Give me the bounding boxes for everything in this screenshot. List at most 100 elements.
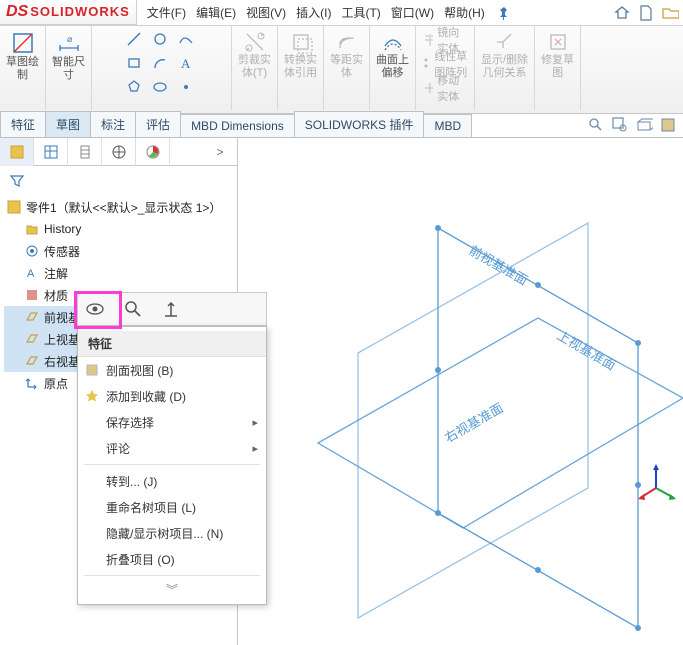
tab-sketch[interactable]: 草图	[45, 111, 91, 137]
zoom-fit-icon[interactable]	[587, 116, 605, 134]
app-logo: DS SOLIDWORKS	[0, 0, 137, 26]
ctx-comment-label: 评论	[106, 440, 130, 457]
showhide-rel-label: 显示/删除 几何关系	[481, 54, 528, 80]
svg-text:A: A	[181, 56, 191, 71]
offset-button[interactable]: 等距实 体	[330, 30, 363, 80]
context-menu-header: 特征	[78, 331, 266, 357]
line-icon[interactable]	[125, 30, 143, 48]
ctx-add-favorite[interactable]: 添加到收藏 (D)	[78, 383, 266, 409]
material-icon	[24, 287, 40, 303]
ctx-section-view[interactable]: 剖面视图 (B)	[78, 357, 266, 383]
menu-insert[interactable]: 插入(I)	[296, 4, 331, 21]
sketch-draw-button[interactable]: 草图绘 制	[6, 30, 39, 82]
ctx-hide-show-tree[interactable]: 隐藏/显示树项目... (N)	[78, 520, 266, 546]
pin-icon[interactable]	[495, 4, 513, 22]
annot-icon: A	[24, 265, 40, 281]
menu-edit[interactable]: 编辑(E)	[196, 4, 236, 21]
display-style-icon[interactable]	[635, 116, 653, 134]
tree-history[interactable]: History	[4, 218, 237, 240]
ctx-rename[interactable]: 重命名树项目 (L)	[78, 494, 266, 520]
ctx-goto[interactable]: 转到... (J)	[78, 468, 266, 494]
plane-icon	[24, 331, 40, 347]
open-icon[interactable]	[661, 4, 679, 22]
graphics-viewport[interactable]: 前视基准面 上视基准面 右视基准面	[238, 138, 683, 645]
menu-help[interactable]: 帮助(H)	[444, 4, 485, 21]
home-icon[interactable]	[613, 4, 631, 22]
spline-icon[interactable]	[177, 30, 195, 48]
circle-icon[interactable]	[151, 30, 169, 48]
zoom-to-icon[interactable]	[122, 298, 144, 320]
smart-dim-label: 智能尺 寸	[52, 56, 85, 82]
menu-file[interactable]: 文件(F)	[147, 4, 186, 21]
tab-mbd-dim[interactable]: MBD Dimensions	[180, 114, 295, 137]
fm-tab-display[interactable]	[136, 138, 170, 166]
ctx-save-selection[interactable]: 保存选择	[78, 409, 266, 435]
pattern-row[interactable]: 线性草图阵列	[422, 54, 468, 74]
sketch-tools-grid: A	[125, 30, 199, 98]
convert-button[interactable]: 转换实 体引用	[284, 30, 317, 80]
section-view-icon[interactable]	[659, 116, 677, 134]
ctx-expand-more[interactable]: ︾	[78, 579, 266, 600]
material-label: 材质	[44, 287, 68, 304]
svg-text:⌀: ⌀	[67, 34, 73, 44]
svg-text:A: A	[27, 268, 35, 280]
menu-window[interactable]: 窗口(W)	[391, 4, 434, 21]
ctx-collapse[interactable]: 折叠项目 (O)	[78, 546, 266, 572]
trim-label: 剪裁实 体(T)	[238, 54, 271, 80]
showhide-rel-button[interactable]: 显示/删除 几何关系	[481, 30, 528, 80]
offset-label: 等距实 体	[330, 54, 363, 80]
eye-show-icon[interactable]	[84, 298, 106, 320]
tree-root[interactable]: 零件1（默认<<默认>_显示状态 1>）	[4, 196, 237, 218]
plane-icon	[24, 353, 40, 369]
ctx-comment[interactable]: 评论	[78, 435, 266, 461]
fm-tab-config[interactable]	[68, 138, 102, 166]
fm-tab-property[interactable]	[34, 138, 68, 166]
tree-annot[interactable]: A 注解	[4, 262, 237, 284]
tab-evaluate[interactable]: 评估	[135, 111, 181, 137]
right-plane-3d[interactable]: 右视基准面	[358, 223, 588, 618]
trim-button[interactable]: 剪裁实 体(T)	[238, 30, 271, 80]
filter-icon[interactable]	[6, 170, 28, 192]
zoom-area-icon[interactable]	[611, 116, 629, 134]
menu-view[interactable]: 视图(V)	[246, 4, 286, 21]
annot-label: 注解	[44, 265, 68, 282]
logo-sw: SOLIDWORKS	[30, 4, 130, 19]
ctx-collapse-label: 折叠项目 (O)	[106, 551, 175, 568]
point-icon[interactable]	[177, 78, 195, 96]
poly-icon[interactable]	[125, 78, 143, 96]
normal-to-icon[interactable]	[160, 298, 182, 320]
tree-sensor[interactable]: 传感器	[4, 240, 237, 262]
ctx-section-label: 剖面视图 (B)	[106, 362, 173, 379]
fm-tab-feature[interactable]	[0, 138, 34, 166]
plane-icon	[24, 309, 40, 325]
top-plane-label-3d: 上视基准面	[555, 328, 619, 373]
tree-root-label: 零件1（默认<<默认>_显示状态 1>）	[26, 199, 221, 216]
repair-button[interactable]: 修复草 图	[541, 30, 574, 80]
sketch-draw-label: 草图绘 制	[6, 56, 39, 82]
move-label: 移动实体	[437, 72, 468, 104]
menu-tools[interactable]: 工具(T)	[341, 4, 380, 21]
rect-icon[interactable]	[125, 54, 143, 72]
tab-addins[interactable]: SOLIDWORKS 插件	[294, 111, 425, 137]
fm-tab-dimxpert[interactable]	[102, 138, 136, 166]
smart-dim-button[interactable]: ⌀ 智能尺 寸	[52, 30, 85, 82]
tab-feature[interactable]: 特征	[0, 111, 46, 137]
tab-mbd[interactable]: MBD	[423, 114, 472, 137]
top-plane-3d[interactable]: 上视基准面	[318, 318, 683, 528]
context-menu: 特征 剖面视图 (B) 添加到收藏 (D) 保存选择 评论 转到... (J) …	[77, 326, 267, 605]
mirror-row[interactable]: 镜向实体	[422, 30, 468, 50]
move-row[interactable]: 移动实体	[422, 78, 468, 98]
new-doc-icon[interactable]	[637, 4, 655, 22]
text-icon[interactable]: A	[177, 54, 195, 72]
sensor-icon	[24, 243, 40, 259]
tab-annotate[interactable]: 标注	[90, 111, 136, 137]
fm-tab-more[interactable]: >	[203, 138, 237, 166]
front-plane-label-3d: 前视基准面	[467, 243, 531, 288]
ctx-separator	[84, 575, 260, 576]
surface-offset-button[interactable]: 曲面上 偏移	[376, 30, 409, 80]
arc-icon[interactable]	[151, 54, 169, 72]
ellipse-icon[interactable]	[151, 78, 169, 96]
view-triad[interactable]	[638, 464, 676, 500]
star-icon	[84, 388, 100, 404]
ribbon: 草图绘 制 ⌀ 智能尺 寸 A 剪裁实 体(T) 转换实 体引用	[0, 26, 683, 114]
